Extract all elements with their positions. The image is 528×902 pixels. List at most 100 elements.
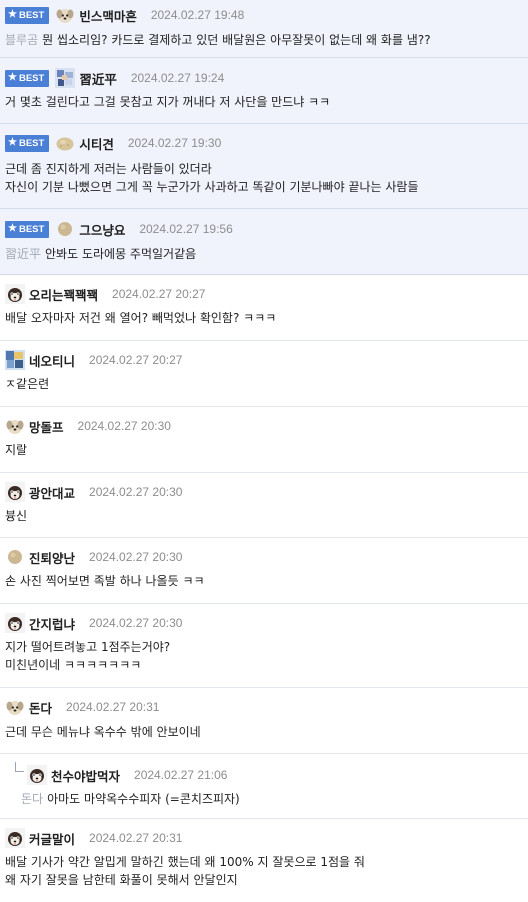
comment-body: 지랄 [5,443,28,457]
nickname[interactable]: 망돌프 [29,417,64,436]
comment-text: 븅신 [5,507,520,525]
dog-face-avatar-icon [5,613,25,633]
dot-avatar-icon [8,550,22,564]
dog-avatar-icon [56,9,74,23]
user-avatar[interactable] [5,547,29,567]
comment-date: 2024.02.27 19:56 [139,222,233,236]
nickname[interactable]: 광안대교 [29,483,75,502]
nickname[interactable]: 그으냥요 [79,220,125,239]
comment-item: 진퇴양난 2024.02.27 20:30 손 사진 찍어보면 족발 하나 나올… [0,538,528,604]
comment-header: 돈다 2024.02.27 20:31 [5,696,159,718]
nickname[interactable]: 오리는꽥꽥꽥 [29,285,98,304]
comment-date: 2024.02.27 20:27 [89,353,183,367]
comment-body: 지가 떨어트려놓고 1점주는거야? 미친년이네 ㅋㅋㅋㅋㅋㅋㅋ [5,640,171,672]
comment-body: 안봐도 도라에몽 주먹일거같음 [45,247,197,261]
comment-item: ★ BEST 習近平 2024.02.27 19:24 거 몇초 걸린다고 그걸 … [0,58,528,124]
comment-header: 광안대교 2024.02.27 20:30 [5,481,182,503]
star-icon: ★ [8,9,17,20]
dog-avatar-icon [6,701,24,715]
comment-text: 習近平 안봐도 도라에몽 주먹일거같음 [5,245,520,263]
user-avatar[interactable] [55,5,79,25]
dog-face-avatar-icon [5,828,25,848]
comment-date: 2024.02.27 20:30 [89,485,183,499]
user-avatar[interactable] [27,765,51,785]
comment-date: 2024.02.27 20:31 [89,831,183,845]
nickname[interactable]: 진퇴양난 [29,548,75,567]
comment-item: ★ BEST 시티견 2024.02.27 19:30 근데 좀 진지하게 저러는… [0,124,528,209]
comment-date: 2024.02.27 20:27 [112,287,206,301]
nickname[interactable]: 간지럽냐 [29,614,75,633]
reply-mention[interactable]: 習近平 [5,247,41,261]
comment-item: 돈다 2024.02.27 20:31 근데 무슨 메뉴냐 옥수수 밖에 안보이… [0,688,528,754]
comment-text: ㅈ같은련 [5,375,520,393]
user-avatar[interactable] [5,416,29,436]
best-badge-label: BEST [18,9,45,21]
dot-avatar-icon [58,222,73,236]
comment-text: 근데 좀 진지하게 저러는 사람들이 있더라 자신이 기분 나뻤으면 그게 꼭 … [5,160,520,196]
comment-header: ★ BEST 그으냥요 2024.02.27 19:56 [5,218,233,240]
comment-item: 커글말이 2024.02.27 20:31 배달 기사가 약간 알밉게 말하긴 … [0,819,528,901]
comment-text: 돈다 아마도 마약옥수수피자 (=콘치즈피자) [21,790,528,808]
comment-date: 2024.02.27 19:30 [127,136,222,150]
user-avatar[interactable] [55,133,79,153]
nickname[interactable]: 돈다 [29,698,52,717]
comment-body: 배달 오자마자 저건 왜 열어? 빼먹었나 확인함? ㅋㅋㅋ [5,311,277,325]
best-badge-label: BEST [18,223,45,235]
user-avatar[interactable] [55,68,79,88]
comment-item: ★ BEST 빈스맥마흔 2024.02.27 19:48 블루곰 뭔 씹소리임? … [0,0,528,58]
comment-body: 근데 무슨 메뉴냐 옥수수 밖에 안보이네 [5,725,201,739]
user-avatar[interactable] [5,613,29,633]
nickname[interactable]: 커글말이 [29,829,75,848]
best-badge: ★ BEST [5,134,50,152]
comment-body: 븅신 [5,509,28,523]
comment-body: 거 몇초 걸린다고 그걸 못참고 지가 꺼내다 저 사단을 만드냐 ㅋㅋ [5,95,331,109]
reply-arrow-icon [15,762,24,772]
dog-face-avatar-icon [27,765,47,785]
comment-header: ★ BEST 시티견 2024.02.27 19:30 [5,132,221,154]
dog-face-avatar-icon [5,284,25,304]
comment-body: 뭔 씹소리임? 카드로 결제하고 있던 배달원은 아무잘못이 없는데 왜 화를 … [42,33,431,47]
user-avatar[interactable] [5,697,29,717]
comment-header: 오리는꽥꽥꽥 2024.02.27 20:27 [5,283,205,305]
comment-body: 배달 기사가 약간 알밉게 말하긴 했는데 왜 100% 지 잘못으로 1점을 … [5,855,365,887]
comment-header: 간지럽냐 2024.02.27 20:30 [5,612,182,634]
comment-text: 배달 기사가 약간 알밉게 말하긴 했는데 왜 100% 지 잘못으로 1점을 … [5,853,520,889]
reply-mention[interactable]: 돈다 [21,792,43,806]
best-badge: ★ BEST [5,69,50,87]
comment-header: 네오티니 2024.02.27 20:27 [5,349,182,371]
comment-date: 2024.02.27 19:24 [130,71,225,85]
user-avatar[interactable] [55,219,79,239]
comment-body: 손 사진 찍어보면 족발 하나 나올듯 ㅋㅋ [5,574,205,588]
star-icon: ★ [8,223,17,234]
comment-date: 2024.02.27 20:30 [89,550,183,564]
comment-header: 천수야밥먹자 2024.02.27 21:06 [27,764,227,786]
nickname[interactable]: 천수야밥먹자 [51,766,120,785]
star-icon: ★ [8,137,17,148]
comment-text: 거 몇초 걸린다고 그걸 못참고 지가 꺼내다 저 사단을 만드냐 ㅋㅋ [5,93,520,111]
user-avatar[interactable] [5,828,29,848]
comment-item: 오리는꽥꽥꽥 2024.02.27 20:27 배달 오자마자 저건 왜 열어?… [0,275,528,341]
comment-date: 2024.02.27 20:31 [66,700,160,714]
reply-mention[interactable]: 블루곰 [5,33,38,47]
comment-header: ★ BEST 빈스맥마흔 2024.02.27 19:48 [5,4,244,26]
user-avatar[interactable] [5,482,29,502]
nickname[interactable]: 習近平 [79,69,117,88]
nickname[interactable]: 네오티니 [29,351,75,370]
comment-header: ★ BEST 習近平 2024.02.27 19:24 [5,67,224,89]
dog-face-avatar-icon [5,482,25,502]
comment-header: 진퇴양난 2024.02.27 20:30 [5,546,182,568]
user-avatar[interactable] [5,284,29,304]
comment-body: 아마도 마약옥수수피자 (=콘치즈피자) [47,792,240,806]
comment-item: 간지럽냐 2024.02.27 20:30 지가 떨어트려놓고 1점주는거야? … [0,604,528,688]
comment-text: 배달 오자마자 저건 왜 열어? 빼먹었나 확인함? ㅋㅋㅋ [5,309,520,327]
nickname[interactable]: 빈스맥마흔 [79,6,137,25]
pixel-avatar-icon [55,68,76,88]
comment-text: 지가 떨어트려놓고 1점주는거야? 미친년이네 ㅋㅋㅋㅋㅋㅋㅋ [5,638,520,674]
nickname[interactable]: 시티견 [79,134,114,153]
user-avatar[interactable] [5,350,29,370]
potato-avatar-icon [56,137,74,151]
comment-header: 커글말이 2024.02.27 20:31 [5,827,182,849]
comment-body: 근데 좀 진지하게 저러는 사람들이 있더라 자신이 기분 나뻤으면 그게 꼭 … [5,162,419,194]
comment-text: 근데 무슨 메뉴냐 옥수수 밖에 안보이네 [5,723,520,741]
star-icon: ★ [8,72,17,83]
